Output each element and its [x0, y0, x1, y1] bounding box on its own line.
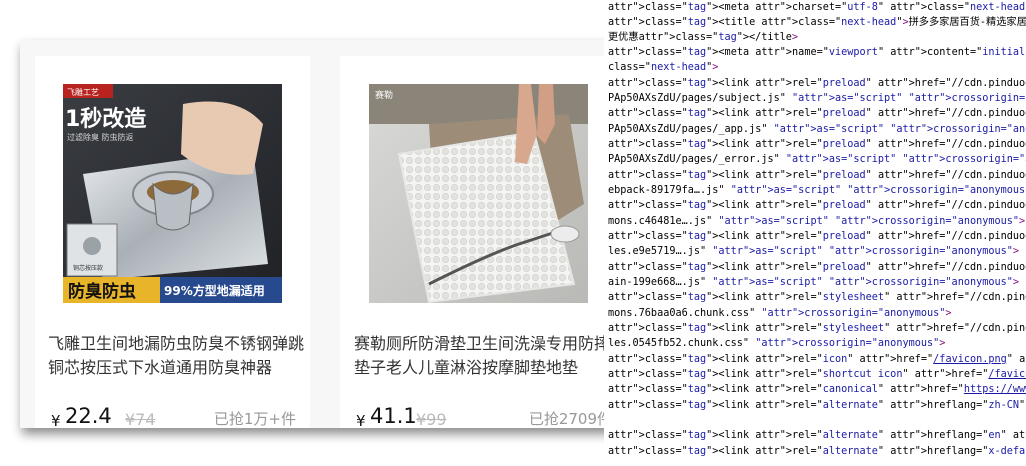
code-line: attr">class="tag"><meta attr">name="view…: [608, 47, 1026, 58]
svg-text:99%方型地漏适用: 99%方型地漏适用: [164, 283, 265, 298]
svg-text:铜芯按压款: 铜芯按压款: [73, 264, 103, 272]
product-image-floor-drain[interactable]: 飞雕工艺 1秒改造 过滤除臭 防虫防返 铜芯按压款 防臭防虫 99%方型地漏适用: [63, 84, 282, 303]
code-line: attr">class="tag"><link attr">rel="prelo…: [608, 108, 1026, 119]
code-line: mons.76baa0a6.chunk.css" "attr">crossori…: [608, 308, 952, 319]
source-code-panel: attr">class="tag"><meta attr">charset="u…: [604, 0, 1026, 466]
svg-text:赛勒: 赛勒: [375, 89, 393, 101]
product-card[interactable]: 赛勒 赛勒厕所防滑垫卫生间洗澡专用防摔垫子老人儿童淋浴按摩脚垫地垫 ¥ 41.1…: [340, 56, 626, 430]
svg-text:过滤除臭 防虫防返: 过滤除臭 防虫防返: [67, 132, 134, 142]
code-line: class="next-head">: [608, 62, 719, 73]
code-line: attr">class="tag"><link attr">rel="prelo…: [608, 231, 1026, 242]
product-price: 22.4: [65, 404, 112, 428]
price-row: ¥ 41.1 ¥99 已抢2709件: [356, 404, 618, 432]
price-row: ¥ 22.4 ¥74 已抢1万+件: [51, 404, 302, 432]
code-line: attr">class="tag"><link attr">rel="prelo…: [608, 78, 1026, 89]
svg-text:1秒改造: 1秒改造: [65, 106, 146, 132]
code-line: attr">class="tag"><link attr">rel="style…: [608, 323, 1026, 334]
svg-text:防臭防虫: 防臭防虫: [68, 281, 136, 302]
product-price: 41.1: [370, 404, 417, 428]
code-line: attr">class="tag"><link attr">rel="short…: [608, 369, 1026, 380]
currency-symbol: ¥: [51, 412, 61, 430]
code-line: attr">class="tag"><link attr">rel="prelo…: [608, 200, 1026, 211]
code-line: attr">class="tag"><link attr">rel="canon…: [608, 384, 1026, 395]
code-line: les.e9e5719….js" "attr">as="script" "att…: [608, 246, 1020, 257]
product-card[interactable]: 飞雕工艺 1秒改造 过滤除臭 防虫防返 铜芯按压款 防臭防虫 99%方型地漏适用…: [35, 56, 310, 430]
floor-drain-image: 飞雕工艺 1秒改造 过滤除臭 防虫防返 铜芯按压款 防臭防虫 99%方型地漏适用: [63, 84, 282, 303]
sold-count: 已抢1万+件: [213, 410, 296, 428]
product-list: 飞雕工艺 1秒改造 过滤除臭 防虫防返 铜芯按压款 防臭防虫 99%方型地漏适用…: [20, 40, 626, 430]
code-line: ebpack-89179fa….js" "attr">as="script" "…: [608, 185, 1026, 196]
sold-count: 已抢2709件: [528, 410, 612, 428]
currency-symbol: ¥: [356, 412, 366, 430]
code-line: attr">class="tag"><link attr">rel="alter…: [608, 446, 1026, 457]
product-title[interactable]: 飞雕卫生间地漏防虫防臭不锈钢弹跳铜芯按压式下水道通用防臭神器: [48, 332, 310, 380]
original-price: ¥99: [416, 410, 447, 429]
code-line: attr">class="tag"><link attr">rel="prelo…: [608, 139, 1026, 150]
code-line: attr">class="tag"><link attr">rel="alter…: [608, 430, 1026, 441]
svg-text:飞雕工艺: 飞雕工艺: [67, 87, 99, 97]
code-line: attr">class="tag"><title attr">class="ne…: [608, 17, 1026, 28]
code-line: PAp50AXsZdU/pages/subject.js" "attr">as=…: [608, 93, 1026, 104]
code-line: PAp50AXsZdU/pages/_error.js" "attr">as="…: [608, 154, 1026, 165]
code-line: attr">class="tag"><link attr">rel="alter…: [608, 400, 1026, 411]
code-line: PAp50AXsZdU/pages/_app.js" "attr">as="sc…: [608, 124, 1026, 135]
code-line: attr">class="tag"><link attr">rel="style…: [608, 292, 1026, 303]
code-line: mons.c46481e….js" "attr">as="script" "at…: [608, 216, 1026, 227]
code-line: attr">class="tag"><link attr">rel="prelo…: [608, 262, 1026, 273]
code-line: les.0545fb52.chunk.css" "attr">crossorig…: [608, 338, 946, 349]
code-line: 更优惠attr">class="tag"></title>: [608, 32, 799, 43]
product-title[interactable]: 赛勒厕所防滑垫卫生间洗澡专用防摔垫子老人儿童淋浴按摩脚垫地垫: [354, 332, 616, 380]
bath-mat-image: 赛勒: [369, 84, 588, 303]
original-price: ¥74: [125, 410, 156, 429]
product-image-bath-mat[interactable]: 赛勒: [369, 84, 588, 303]
code-line: attr">class="tag"><link attr">rel="icon"…: [608, 354, 1026, 365]
code-line: ain-199e668….js" "attr">as="script" "att…: [608, 277, 1020, 288]
code-line: attr">class="tag"><meta attr">charset="u…: [608, 2, 1026, 13]
code-line: attr">class="tag"><link attr">rel="prelo…: [608, 170, 1026, 181]
